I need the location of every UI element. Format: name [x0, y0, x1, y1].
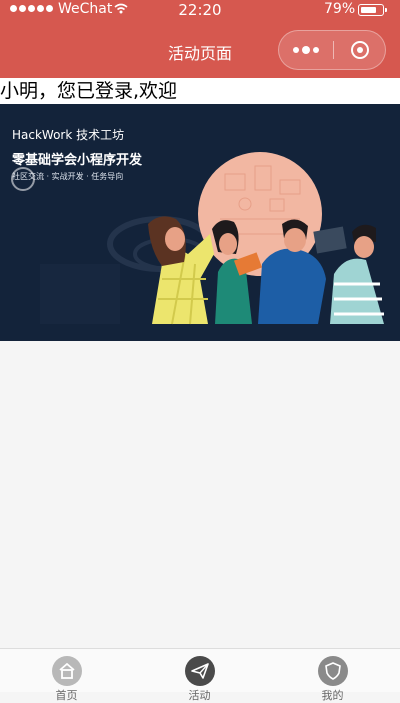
more-dot-icon: [302, 46, 310, 54]
tab-bar: 首页 活动 我的: [0, 648, 400, 702]
welcome-message: 小明，您已登录,欢迎: [0, 78, 400, 104]
banner-headline: 零基础学会小程序开发: [12, 153, 143, 168]
tab-home-label: 首页: [55, 689, 78, 702]
status-bar: WeChat 22:20 79%: [0, 0, 400, 22]
navigation-bar: 活动页面: [0, 22, 400, 78]
banner-brand-text: HackWork 技术工坊: [12, 128, 125, 142]
tab-activity[interactable]: 活动: [133, 649, 266, 702]
battery-fill: [360, 6, 377, 13]
banner-tagline: 社区交流 · 实战开发 · 任务导向: [12, 172, 124, 181]
tab-mine[interactable]: 我的: [266, 649, 399, 702]
shield-icon: [317, 656, 348, 686]
tab-mine-label: 我的: [321, 689, 344, 702]
battery-percent: 79%: [324, 1, 356, 17]
more-dot-icon: [313, 47, 319, 53]
close-button[interactable]: [334, 31, 386, 69]
close-circle-icon: [351, 41, 369, 59]
tab-home[interactable]: 首页: [0, 649, 133, 702]
tab-activity-label: 活动: [188, 689, 211, 702]
more-button[interactable]: [279, 31, 333, 69]
paper-plane-icon: [184, 656, 215, 686]
mini-program-capsule: [278, 30, 386, 70]
more-dot-icon: [293, 47, 299, 53]
home-icon: [51, 656, 82, 686]
banner-image[interactable]: HackWork 技术工坊 零基础学会小程序开发 社区交流 · 实战开发 · 任…: [0, 104, 400, 341]
battery-icon: [358, 4, 387, 16]
